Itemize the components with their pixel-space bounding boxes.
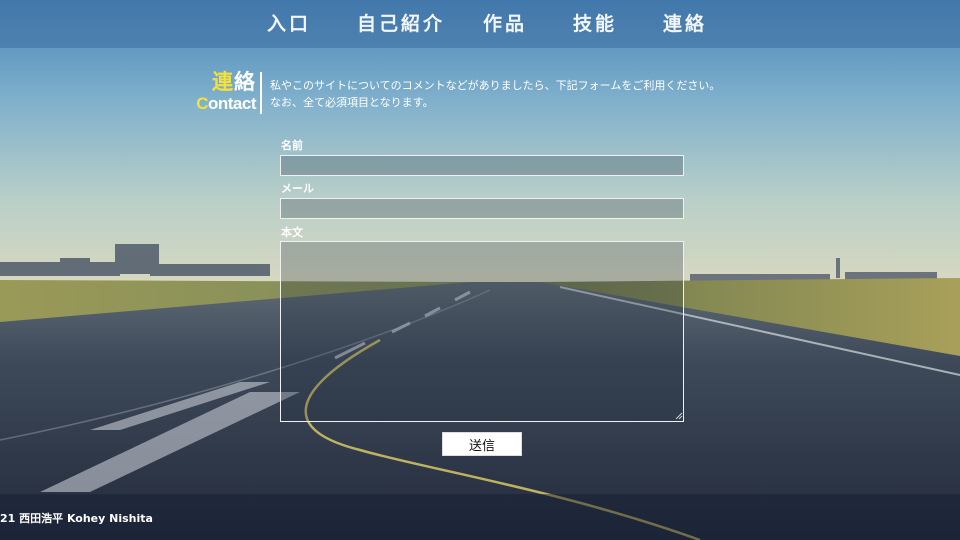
nav-item-works[interactable]: 作品 [483, 10, 527, 38]
nav-item-entrance[interactable]: 入口 [267, 10, 311, 38]
section-title-jp: 連絡 [212, 68, 256, 96]
name-field[interactable] [280, 155, 684, 176]
heading-divider [260, 72, 262, 114]
intro-line-1: 私やこのサイトについてのコメントなどがありましたら、下記フォームをご利用ください… [270, 79, 721, 92]
intro-line-2: なお、全て必須項目となります。 [270, 96, 434, 109]
submit-button[interactable]: 送信 [442, 432, 522, 456]
footer: 21 西田浩平 Kohey Nishita [0, 494, 960, 540]
body-textarea[interactable] [280, 241, 684, 422]
intro-text: 私やこのサイトについてのコメントなどがありましたら、下記フォームをご利用ください… [270, 77, 790, 111]
section-title-en: Contact [192, 94, 256, 114]
top-navigation: 入口 自己紹介 作品 技能 連絡 [0, 0, 960, 48]
resize-grip-icon[interactable] [675, 412, 683, 420]
email-field[interactable] [280, 198, 684, 219]
body-label: 本文 [281, 226, 303, 239]
section-title-jp-rest: 絡 [234, 70, 256, 94]
section-title-en-first-char: C [196, 94, 208, 113]
section-title-jp-first-char: 連 [212, 70, 234, 94]
nav-item-about[interactable]: 自己紹介 [357, 10, 445, 38]
section-title-en-rest: ontact [208, 94, 257, 113]
nav-item-contact[interactable]: 連絡 [663, 10, 707, 38]
nav-item-skills[interactable]: 技能 [573, 10, 617, 38]
email-label: メール [281, 182, 314, 195]
name-label: 名前 [281, 139, 303, 152]
copyright-text: 21 西田浩平 Kohey Nishita [0, 512, 153, 525]
